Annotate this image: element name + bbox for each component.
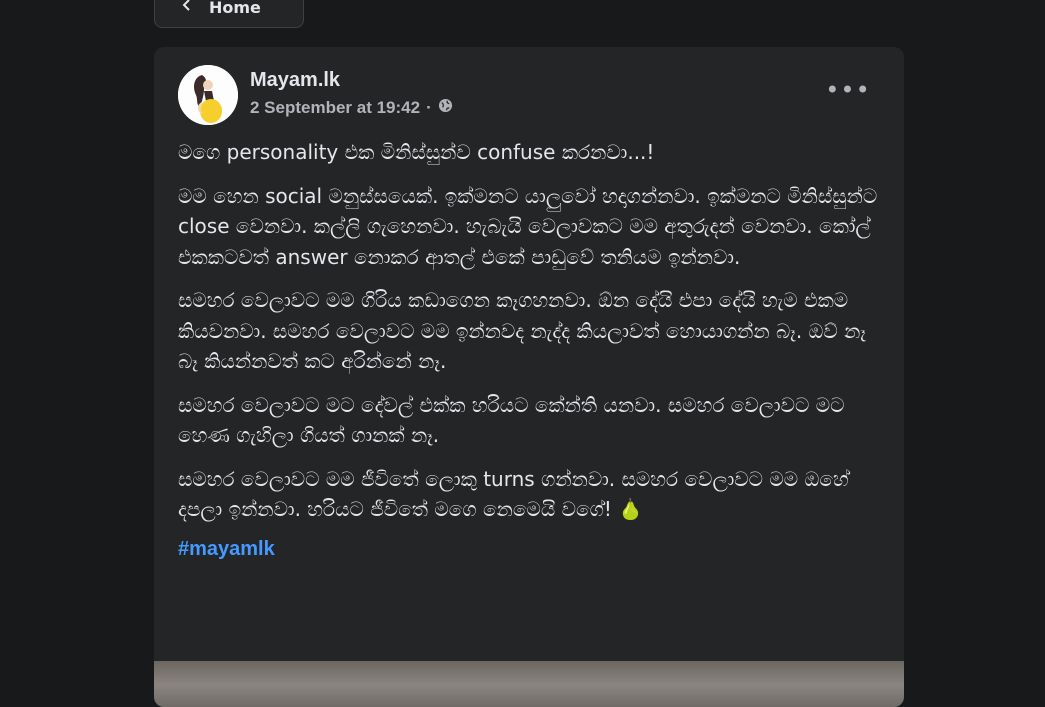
post-card: Mayam.lk 2 September at 19:42 · ••• මගෙ … xyxy=(154,47,904,707)
home-button[interactable]: Home xyxy=(154,0,304,28)
post-author[interactable]: Mayam.lk xyxy=(250,69,340,92)
post-paragraph: මගෙ personality එක මිනිස්සුන්ව confuse ක… xyxy=(178,140,655,164)
post-paragraph-text: සමහර වෙලාවට මම ජීවිතේ ලොකු turns ගන්නවා.… xyxy=(178,466,849,522)
more-options-button[interactable]: ••• xyxy=(825,76,869,104)
post-paragraph: සමහර වෙලාවට මම ගිරිය කඩාගෙන කෑගහනවා. ඕන … xyxy=(178,288,866,373)
avatar-illustration xyxy=(178,65,238,125)
arrow-left-icon xyxy=(179,0,195,17)
avatar[interactable] xyxy=(178,65,238,125)
globe-icon xyxy=(438,98,453,118)
post-body: මගෙ personality එක මිනිස්සුන්ව confuse ක… xyxy=(178,137,878,561)
post-paragraph-last: සමහර වෙලාවට මම ජීවිතේ ලොකු turns ගන්නවා.… xyxy=(178,464,878,525)
post-header: Mayam.lk 2 September at 19:42 · ••• xyxy=(178,65,880,127)
more-horizontal-icon: ••• xyxy=(825,76,871,104)
post-paragraph: මම හෙන social මනුස්සයෙක්. ඉක්මනට යාලුවෝ … xyxy=(178,183,878,269)
post-date[interactable]: 2 September at 19:42 xyxy=(250,98,420,118)
home-button-label: Home xyxy=(209,0,261,17)
post-paragraph: සමහර වෙලාවට මට දේවල් එක්ක හරියට කේන්ති ය… xyxy=(178,392,845,448)
post-meta: 2 September at 19:42 · xyxy=(250,98,453,118)
hashtag-link[interactable]: #mayamlk xyxy=(178,538,878,561)
pear-emoji: 🍐 xyxy=(618,497,644,521)
post-photo[interactable] xyxy=(154,661,904,707)
meta-separator: · xyxy=(426,98,432,117)
